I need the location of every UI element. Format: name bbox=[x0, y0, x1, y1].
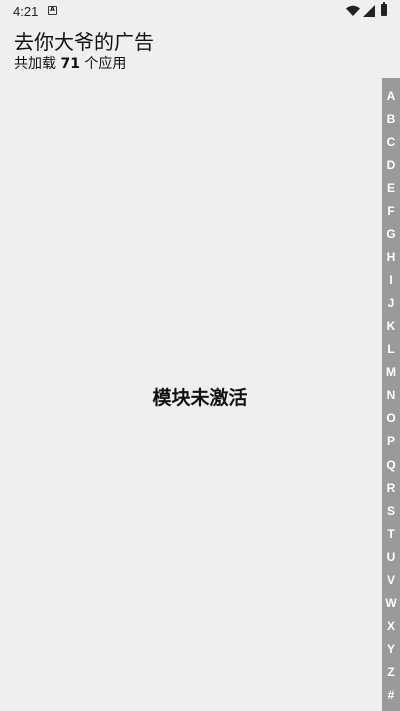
app-count: 71 bbox=[60, 56, 80, 72]
index-letter[interactable]: N bbox=[387, 389, 396, 401]
index-letter[interactable]: X bbox=[387, 620, 395, 632]
index-letter[interactable]: A bbox=[387, 90, 396, 102]
index-letter[interactable]: T bbox=[387, 528, 394, 540]
wifi-icon bbox=[346, 5, 360, 16]
index-letter[interactable]: I bbox=[389, 274, 392, 286]
status-bar: 4:21 A bbox=[0, 0, 400, 24]
index-letter[interactable]: G bbox=[386, 228, 395, 240]
index-letter[interactable]: V bbox=[387, 574, 395, 586]
page-title: 去你大爷的广告 bbox=[14, 30, 154, 54]
index-letter[interactable]: # bbox=[388, 689, 395, 701]
index-letter[interactable]: R bbox=[387, 482, 396, 494]
app-header: 去你大爷的广告 共加载 71 个应用 bbox=[14, 28, 154, 73]
index-letter[interactable]: D bbox=[387, 159, 396, 171]
index-letter[interactable]: W bbox=[385, 597, 396, 609]
subtitle-suffix: 个应用 bbox=[84, 56, 127, 72]
index-letter[interactable]: F bbox=[387, 205, 394, 217]
battery-icon bbox=[381, 2, 387, 16]
index-letter[interactable]: Q bbox=[386, 459, 395, 471]
alphabet-index-bar[interactable]: A B C D E F G H I J K L M N O P Q R S T U V W X Y Z # bbox=[382, 78, 400, 711]
index-letter[interactable]: Z bbox=[387, 666, 394, 678]
index-letter[interactable]: B bbox=[387, 113, 396, 125]
index-letter[interactable]: S bbox=[387, 505, 395, 517]
index-letter[interactable]: H bbox=[387, 251, 396, 263]
status-time: 4:21 bbox=[13, 4, 39, 19]
index-letter[interactable]: L bbox=[387, 343, 394, 355]
a-icon: A bbox=[48, 6, 57, 15]
index-letter[interactable]: M bbox=[386, 366, 396, 378]
index-letter[interactable]: C bbox=[387, 136, 396, 148]
signal-icon bbox=[363, 5, 375, 17]
subtitle-prefix: 共加载 bbox=[14, 56, 56, 72]
index-letter[interactable]: O bbox=[386, 412, 395, 424]
index-letter[interactable]: E bbox=[387, 182, 395, 194]
module-status-message: 模块未激活 bbox=[152, 387, 248, 409]
index-letter[interactable]: Y bbox=[387, 643, 395, 655]
app-count-subtitle: 共加载 71 个应用 bbox=[14, 55, 154, 73]
index-letter[interactable]: J bbox=[388, 297, 395, 309]
index-letter[interactable]: K bbox=[387, 320, 396, 332]
index-letter[interactable]: P bbox=[387, 435, 395, 447]
index-letter[interactable]: U bbox=[387, 551, 396, 563]
